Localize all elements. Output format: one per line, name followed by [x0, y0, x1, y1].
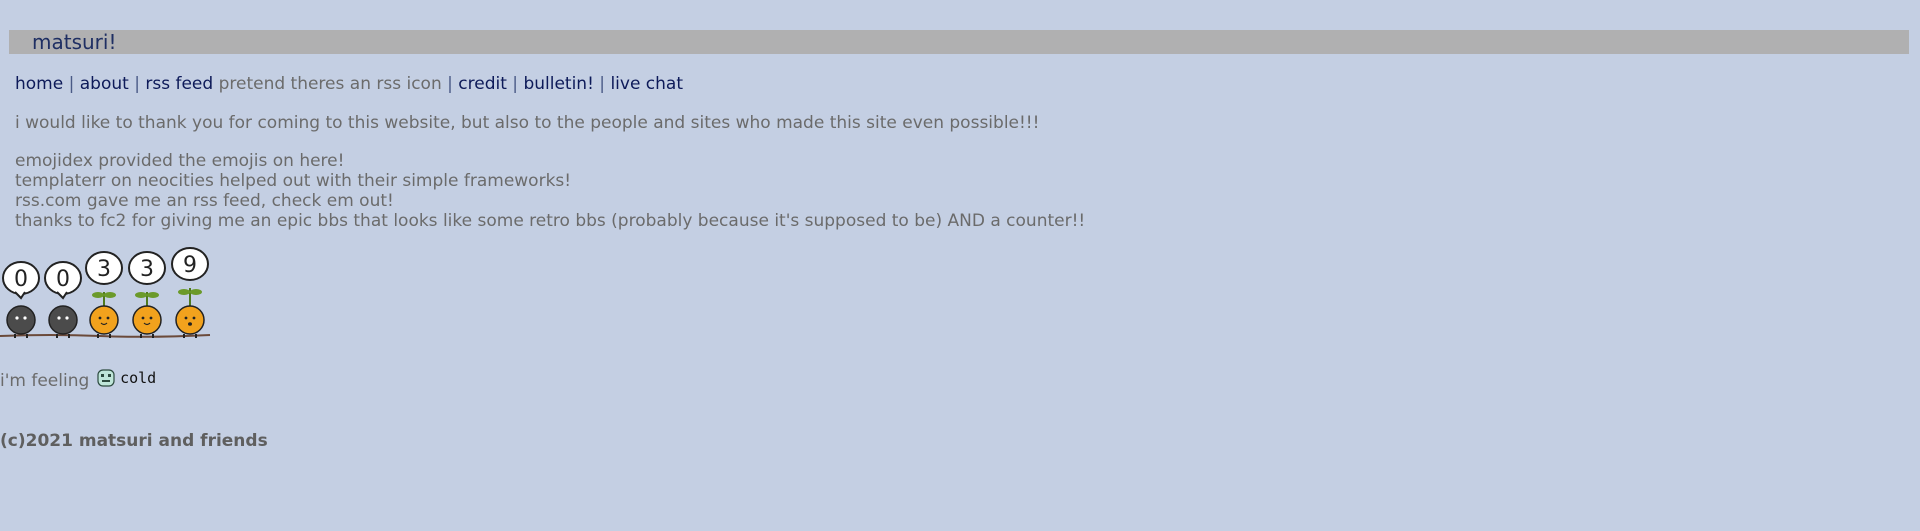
visitor-counter: 0 0 3 3 9 — [0, 247, 211, 338]
counter-digit: 0 — [56, 267, 70, 292]
mood-status: i'm feeling cold — [0, 368, 156, 391]
mood-prefix: i'm feeling — [0, 371, 90, 391]
nav-link-credit[interactable]: credit — [458, 74, 507, 94]
credit-line-fc2: thanks to fc2 for giving me an epic bbs … — [15, 211, 1086, 231]
credit-line-templaterr: templaterr on neocities helped out with … — [15, 171, 572, 191]
footer-copyright: (c)2021 matsuri and friends — [0, 431, 268, 451]
nav-separator: | — [447, 74, 453, 94]
nav-bar: home | about | rss feed pretend theres a… — [15, 74, 683, 94]
nav-separator: | — [599, 74, 606, 94]
credit-line-rss-com: rss.com gave me an rss feed, check em ou… — [15, 191, 394, 211]
counter-character: 3 — [85, 251, 123, 338]
nav-link-about[interactable]: about — [80, 74, 129, 94]
credit-line-emojidex: emojidex provided the emojis on here! — [15, 151, 345, 171]
counter-digit: 9 — [183, 253, 197, 278]
nav-link-live-chat[interactable]: live chat — [610, 74, 683, 94]
site-title: matsuri! — [32, 30, 117, 54]
cold-face-icon — [97, 369, 115, 387]
nav-link-home[interactable]: home — [15, 74, 63, 94]
counter-digit: 3 — [140, 257, 154, 282]
nav-separator: | — [134, 74, 140, 94]
header-bar: matsuri! — [9, 30, 1909, 54]
counter-ground-line — [0, 334, 211, 338]
nav-link-rss-feed[interactable]: rss feed — [145, 74, 213, 94]
page: matsuri! home | about | rss feed pretend… — [0, 0, 1920, 531]
credits-list: emojidex provided the emojis on here! te… — [15, 151, 1085, 231]
nav-separator: | — [512, 74, 519, 94]
counter-character: 3 — [128, 251, 166, 338]
counter-digit: 0 — [14, 267, 28, 292]
counter-character: 0 — [44, 261, 82, 338]
rss-icon-placeholder-text: pretend theres an rss icon — [218, 74, 442, 94]
counter-character: 0 — [2, 261, 40, 338]
nav-link-bulletin[interactable]: bulletin! — [523, 74, 593, 94]
intro-text: i would like to thank you for coming to … — [15, 113, 1040, 133]
nav-separator: | — [68, 74, 75, 94]
counter-digit: 3 — [97, 257, 111, 282]
counter-character: 9 — [171, 247, 209, 338]
mood-label: cold — [120, 369, 157, 387]
